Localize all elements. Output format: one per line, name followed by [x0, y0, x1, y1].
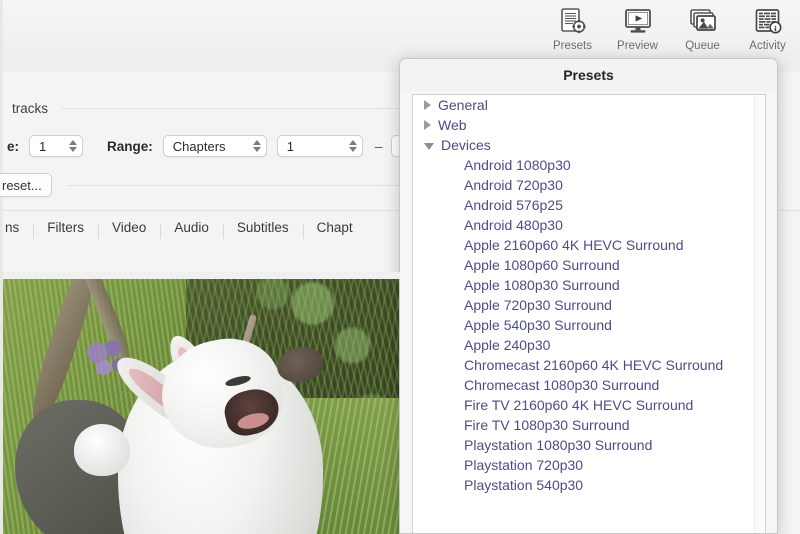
tracks-label: tracks	[12, 101, 48, 116]
presets-scrollbar[interactable]	[754, 96, 764, 533]
range-type-select[interactable]: Chapters	[163, 135, 267, 157]
preset-group-label: General	[438, 97, 488, 113]
toolbar-label-activity: Activity	[749, 40, 785, 52]
presets-list[interactable]: GeneralWebDevicesAndroid 1080p30Android …	[412, 94, 766, 533]
preset-item[interactable]: Chromecast 2160p60 4K HEVC Surround	[413, 355, 765, 375]
title-stepper[interactable]: 1	[29, 135, 83, 157]
presets-popover-title: Presets	[563, 67, 614, 83]
range-row: e: 1 Range: Chapters 1	[3, 132, 431, 160]
preset-group-general[interactable]: General	[413, 95, 765, 115]
bunny-paw-left	[74, 424, 130, 476]
app-window: Presets Preview	[0, 0, 800, 534]
preset-item[interactable]: Apple 1080p60 Surround	[413, 255, 765, 275]
tab-chapters[interactable]: Chapt	[303, 220, 367, 235]
title-label: e:	[7, 139, 19, 154]
preset-item[interactable]: Android 576p25	[413, 195, 765, 215]
tab-video[interactable]: Video	[98, 220, 160, 235]
preset-item[interactable]: Apple 2160p60 4K HEVC Surround	[413, 235, 765, 255]
bunny-character	[3, 272, 400, 534]
range-start-stepper[interactable]: 1	[277, 135, 363, 157]
preset-item[interactable]: Apple 240p30	[413, 335, 765, 355]
range-type-arrows[interactable]	[253, 140, 261, 152]
range-start-value: 1	[287, 139, 294, 154]
chevron-up-icon	[253, 140, 261, 145]
preset-group-devices[interactable]: Devices	[413, 135, 765, 155]
toolbar-items: Presets Preview	[540, 4, 800, 52]
preset-group-web[interactable]: Web	[413, 115, 765, 135]
video-preview-top-strip	[3, 272, 400, 279]
range-dash: –	[375, 138, 383, 154]
toolbar-label-presets: Presets	[553, 40, 592, 52]
chevron-down-icon	[349, 147, 357, 152]
preset-item[interactable]: Apple 720p30 Surround	[413, 295, 765, 315]
preset-group-label: Devices	[441, 137, 491, 153]
chevron-down-icon	[69, 147, 77, 152]
range-start-arrows[interactable]	[349, 140, 357, 152]
presets-popover-header: Presets	[400, 59, 777, 91]
chevron-down-icon	[253, 147, 261, 152]
tab-filters[interactable]: Filters	[33, 220, 98, 235]
tab-dimensions[interactable]: ns	[3, 220, 33, 235]
range-label: Range:	[107, 139, 153, 154]
chevron-up-icon	[69, 140, 77, 145]
preset-item[interactable]: Playstation 1080p30 Surround	[413, 435, 765, 455]
chevron-up-icon	[349, 140, 357, 145]
video-preview[interactable]	[3, 272, 400, 534]
title-stepper-value: 1	[39, 139, 46, 154]
toolbar-label-queue: Queue	[685, 40, 720, 52]
monitor-play-icon	[621, 4, 655, 38]
presets-popover[interactable]: Presets General Web Devices Android 1080p30…	[399, 58, 778, 534]
preset-item[interactable]: Apple 1080p30 Surround	[413, 275, 765, 295]
preset-item[interactable]: Android 720p30	[413, 175, 765, 195]
toolbar-button-queue[interactable]: Queue	[670, 4, 735, 52]
disclosure-triangle-right-icon[interactable]	[424, 100, 431, 110]
tab-subtitles[interactable]: Subtitles	[223, 220, 303, 235]
stacked-images-icon	[686, 4, 720, 38]
preset-item[interactable]: Fire TV 1080p30 Surround	[413, 415, 765, 435]
toolbar-button-presets[interactable]: Presets	[540, 4, 605, 52]
tab-audio[interactable]: Audio	[160, 220, 223, 235]
range-type-value: Chapters	[173, 139, 226, 154]
disclosure-triangle-right-icon[interactable]	[424, 120, 431, 130]
toolbar-button-activity[interactable]: Activity	[735, 4, 800, 52]
toolbar-label-preview: Preview	[617, 40, 658, 52]
reset-button[interactable]: reset...	[0, 173, 52, 197]
video-frame	[3, 272, 400, 534]
preset-group-label: Web	[438, 117, 467, 133]
toolbar-button-preview[interactable]: Preview	[605, 4, 670, 52]
disclosure-triangle-down-icon[interactable]	[424, 143, 434, 150]
preset-item[interactable]: Apple 540p30 Surround	[413, 315, 765, 335]
preset-item[interactable]: Android 1080p30	[413, 155, 765, 175]
preset-item[interactable]: Fire TV 2160p60 4K HEVC Surround	[413, 395, 765, 415]
preset-item[interactable]: Playstation 720p30	[413, 455, 765, 475]
preset-item[interactable]: Playstation 540p30	[413, 475, 765, 495]
title-stepper-arrows[interactable]	[69, 140, 77, 152]
preset-item[interactable]: Android 480p30	[413, 215, 765, 235]
document-gear-icon	[556, 4, 590, 38]
preset-item[interactable]: Chromecast 1080p30 Surround	[413, 375, 765, 395]
activity-log-info-icon	[751, 4, 785, 38]
